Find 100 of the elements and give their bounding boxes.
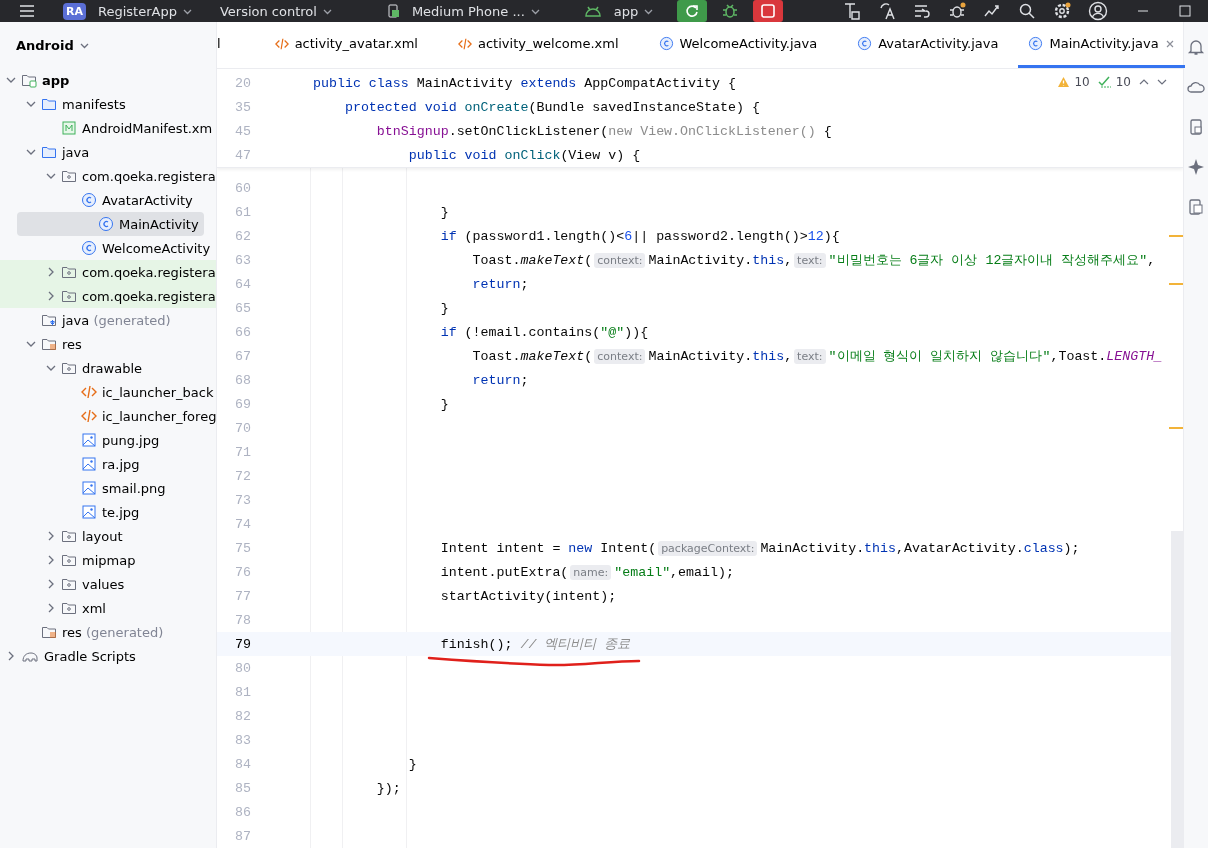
line-number: 80 [234, 660, 252, 676]
code-text: Toast.makeText( [471, 348, 593, 364]
parameter-hint: text: [794, 252, 826, 268]
line-number: 83 [234, 732, 252, 748]
tree-item[interactable]: Gradle Scripts [0, 644, 216, 668]
code-text: } [439, 204, 449, 220]
line-number: 35 [234, 99, 252, 115]
tree-item[interactable]: manifests [0, 92, 216, 116]
line-number: 75 [234, 540, 252, 556]
code-text: }); [375, 780, 401, 796]
line-number: 67 [234, 348, 252, 364]
code-text: return; [471, 372, 529, 388]
tree-item[interactable]: layout [0, 524, 216, 548]
line-number: 85 [234, 780, 252, 796]
code-text: } [439, 396, 449, 412]
run-config-dropdown[interactable]: app [609, 3, 658, 19]
editor-tab[interactable]: activity_welcome.xml [438, 22, 639, 68]
line-number: 71 [234, 444, 252, 460]
code-text: public void onClick(View v) { [407, 147, 641, 163]
tree-item[interactable]: com.qoeka.registera [0, 260, 216, 284]
code-text: public class MainActivity extends AppCompatActivity { [313, 75, 736, 91]
line-number: 60 [234, 180, 252, 196]
line-number: 87 [234, 828, 252, 844]
vcs-dropdown[interactable]: Version control [215, 3, 336, 19]
code-text: MainActivity.this, [648, 252, 793, 268]
line-number: 62 [234, 228, 252, 244]
code-text: btnSignup.setOnClickListener(new View.OnClickListener() { [375, 123, 832, 139]
line-number: 65 [234, 300, 252, 316]
line-number: 66 [234, 324, 252, 340]
code-text: } [439, 300, 449, 316]
code-text: return; [471, 276, 529, 292]
code-text: } [407, 756, 417, 772]
tree-item[interactable]: AvatarActivity [0, 188, 216, 212]
line-number: 47 [234, 147, 252, 163]
tree-item[interactable]: res [0, 332, 216, 356]
tree-item[interactable]: java [0, 140, 216, 164]
code-text: protected void onCreate(Bundle savedInstanceState) { [343, 99, 760, 115]
view-dropdown[interactable]: Android [10, 36, 95, 54]
line-number: 79 [234, 636, 252, 652]
code-text: MainActivity.this,AvatarActivity.class); [760, 540, 1080, 556]
code-text: Intent intent = new Intent( [439, 540, 657, 556]
line-number: 61 [234, 204, 252, 220]
tree-item[interactable]: values [0, 572, 216, 596]
parameter-hint: packageContext: [658, 540, 758, 556]
line-number: 84 [234, 756, 252, 772]
line-number: 72 [234, 468, 252, 484]
line-number: 69 [234, 396, 252, 412]
tree-item[interactable]: app [0, 68, 216, 92]
tree-item[interactable]: AndroidManifest.xm [0, 116, 216, 140]
editor-tab[interactable]: AvatarActivity.java [837, 22, 1019, 68]
project-dropdown[interactable]: RegisterApp [94, 3, 196, 19]
tree-item[interactable]: mipmap [0, 548, 216, 572]
line-number: 78 [234, 612, 252, 628]
editor-tab[interactable]: activity_avatar.xml [254, 22, 438, 68]
tree-item[interactable]: ic_launcher_foreg [0, 404, 216, 428]
code-text: if (!email.contains("@")){ [439, 324, 649, 340]
tree-item[interactable]: com.qoeka.registera [0, 284, 216, 308]
weak-warning-count: 10 [1115, 75, 1131, 89]
line-number: 73 [234, 492, 252, 508]
warning-count: 10 [1074, 75, 1090, 89]
code-text: Toast.makeText( [471, 252, 593, 268]
line-number: 64 [234, 276, 252, 292]
line-number: 82 [234, 708, 252, 724]
editor-tab[interactable]: WelcomeActivity.java [638, 22, 838, 68]
parameter-hint: context: [594, 252, 646, 268]
parameter-hint: context: [594, 348, 646, 364]
code-text: finish(); // 엑티비티 종료 [439, 636, 631, 653]
parameter-hint: name: [570, 564, 612, 580]
editor-tab[interactable]: l [217, 22, 255, 68]
tree-item[interactable]: java (generated) [0, 308, 216, 332]
code-text: if (password1.length()<6|| password2.length()>12){ [439, 228, 840, 244]
tree-item[interactable]: MainActivity [17, 212, 204, 236]
code-text: startActivity(intent); [439, 588, 617, 604]
project-badge: RA [63, 2, 86, 20]
code-text: intent.putExtra( [439, 564, 569, 580]
line-number: 81 [234, 684, 252, 700]
line-number: 20 [234, 75, 252, 91]
line-number: 74 [234, 516, 252, 532]
code-text: "email",email); [614, 564, 734, 580]
tree-item[interactable]: te.jpg [0, 500, 216, 524]
line-number: 68 [234, 372, 252, 388]
code-text: "이메일 형식이 일치하지 않습니다",Toast.LENGTH_ [828, 348, 1163, 365]
device-dropdown[interactable]: Medium Phone ... [407, 3, 544, 19]
parameter-hint: text: [794, 348, 826, 364]
code-text: MainActivity.this, [648, 348, 793, 364]
tree-item[interactable]: xml [0, 596, 216, 620]
tree-item[interactable]: com.qoeka.registera [0, 164, 216, 188]
line-number: 45 [234, 123, 252, 139]
tree-item[interactable]: smail.png [0, 476, 216, 500]
line-number: 76 [234, 564, 252, 580]
line-number: 77 [234, 588, 252, 604]
tree-item[interactable]: WelcomeActivity [0, 236, 216, 260]
tree-item[interactable]: ra.jpg [0, 452, 216, 476]
tree-item[interactable]: res (generated) [0, 620, 216, 644]
code-text: "비밀번호는 6글자 이상 12글자이내 작성해주세요", [828, 252, 1156, 269]
line-number: 63 [234, 252, 252, 268]
tree-item[interactable]: pung.jpg [0, 428, 216, 452]
tree-item[interactable]: ic_launcher_back [0, 380, 216, 404]
tree-item[interactable]: drawable [0, 356, 216, 380]
line-number: 86 [234, 804, 252, 820]
